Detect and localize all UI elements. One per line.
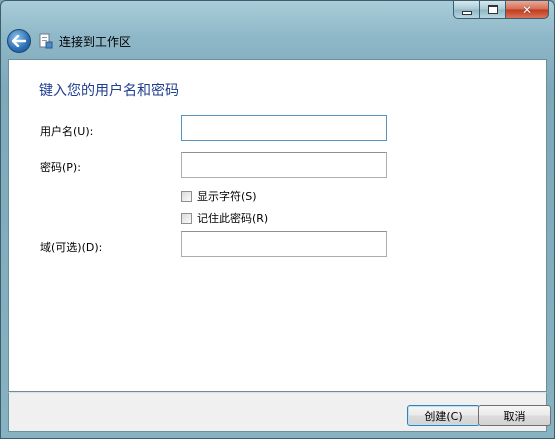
close-button[interactable]: ✕ — [506, 1, 549, 19]
back-arrow-icon — [12, 35, 26, 47]
close-icon: ✕ — [521, 2, 533, 17]
minimize-icon — [461, 10, 472, 15]
domain-input[interactable] — [182, 232, 386, 256]
minimize-button[interactable] — [453, 1, 480, 19]
button-bar: 创建(C) 取消 — [8, 392, 551, 432]
create-button[interactable]: 创建(C) — [407, 405, 480, 426]
domain-field-box — [181, 231, 387, 257]
remember-password-checkbox[interactable]: 记住此密码(R) — [181, 210, 268, 226]
navigation-bar: 连接到工作区 — [7, 29, 131, 53]
username-field-box — [181, 115, 387, 141]
credentials-panel: 键入您的用户名和密码 用户名(U): 密码(P): 显示字符(S) 记住此密码(… — [8, 59, 547, 392]
page-heading: 键入您的用户名和密码 — [39, 83, 179, 99]
show-characters-label: 显示字符(S) — [197, 190, 257, 203]
window-controls: ✕ — [453, 1, 549, 19]
username-input[interactable] — [182, 116, 386, 140]
window-title: 连接到工作区 — [59, 34, 132, 49]
show-characters-check-icon[interactable] — [181, 190, 192, 202]
show-characters-checkbox[interactable]: 显示字符(S) — [181, 188, 257, 204]
username-label: 用户名(U): — [40, 125, 94, 138]
back-button[interactable] — [7, 29, 31, 53]
domain-label: 域(可选)(D): — [40, 241, 103, 254]
remember-password-check-icon[interactable] — [181, 212, 192, 224]
network-workplace-icon — [39, 33, 53, 49]
password-input[interactable] — [182, 153, 386, 177]
remember-password-label: 记住此密码(R) — [197, 212, 269, 225]
cancel-button[interactable]: 取消 — [478, 405, 551, 426]
maximize-button[interactable] — [480, 1, 506, 19]
password-field-box — [181, 152, 387, 178]
password-label: 密码(P): — [40, 161, 81, 174]
window-frame: ✕ 连接到工作区 键入您的用户名和密码 用户名(U): 密码(P): 显示字符(… — [0, 0, 555, 439]
maximize-icon — [487, 5, 498, 14]
